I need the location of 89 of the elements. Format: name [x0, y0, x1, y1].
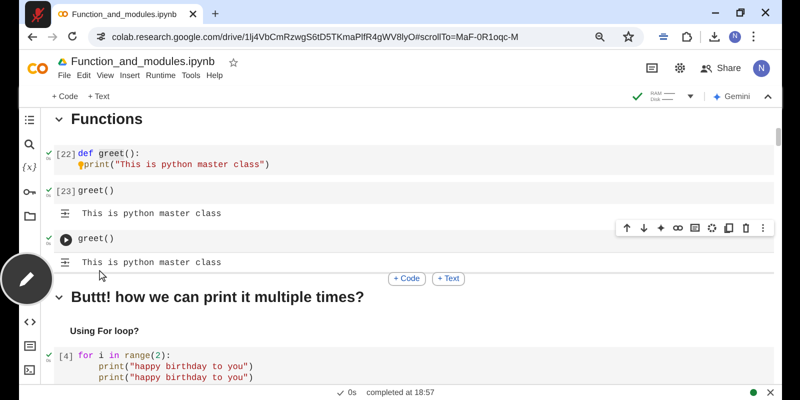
close-icon[interactable]: [767, 389, 774, 396]
collapse-chevron-icon[interactable]: [55, 116, 63, 122]
pencil-icon: [17, 269, 37, 289]
sparkle-icon[interactable]: [656, 223, 666, 233]
delete-icon[interactable]: [741, 223, 751, 233]
profile-avatar[interactable]: N: [753, 60, 770, 76]
back-icon[interactable]: [27, 32, 38, 42]
code-cell[interactable]: greet(): [54, 230, 774, 253]
command-palette-icon[interactable]: [24, 341, 36, 351]
notebook-title[interactable]: Function_and_modules.ipynb: [71, 56, 215, 68]
code-cell[interactable]: [23] greet(): [54, 182, 774, 204]
close-icon[interactable]: [188, 10, 197, 18]
site-settings-icon: [96, 32, 106, 41]
reload-icon[interactable]: [67, 31, 78, 42]
code-line: print("happy birthday to you"): [98, 362, 254, 373]
move-down-icon[interactable]: [639, 223, 649, 233]
move-up-icon[interactable]: [622, 223, 632, 233]
colab-logo-icon[interactable]: [27, 62, 49, 74]
url-text: colab.research.google.com/drive/1lj4VbCmRzwgS6tD5TKmaPlfR4gWV8lyO#scrollTo=MaF-0R1oqc-M: [112, 32, 520, 42]
status-message: completed at 18:57: [366, 388, 434, 397]
section-heading: Functions: [71, 110, 143, 128]
code-line: print("happy birthday to you"): [98, 373, 254, 384]
menu-item[interactable]: Runtime: [146, 71, 176, 80]
code-icon[interactable]: [24, 318, 36, 326]
add-text-button[interactable]: + Text: [84, 91, 114, 102]
comment-icon[interactable]: [690, 223, 700, 233]
menu-item[interactable]: Edit: [76, 71, 91, 80]
table-of-contents-icon[interactable]: [24, 115, 35, 125]
add-text-button[interactable]: + Text: [432, 272, 466, 286]
more-icon[interactable]: [752, 31, 755, 42]
share-button[interactable]: Share: [700, 63, 741, 73]
execution-count: [22]: [56, 149, 76, 162]
code-line: greet(): [78, 186, 114, 197]
execution-count: [23]: [56, 186, 76, 199]
extension-badge-icon[interactable]: [658, 32, 669, 42]
output-icon[interactable]: [60, 258, 70, 267]
code-cell[interactable]: [22] def greet(): print("This is python master class"): [54, 145, 774, 175]
variables-icon[interactable]: {x}: [21, 163, 38, 173]
collapse-chevron-icon[interactable]: [55, 294, 63, 300]
scrollbar-thumb[interactable]: [776, 128, 781, 146]
menu-item[interactable]: Insert: [120, 71, 140, 80]
menu-item[interactable]: View: [96, 71, 114, 80]
execution-count: [4]: [58, 351, 74, 364]
comment-icon[interactable]: [646, 62, 658, 74]
puzzle-icon[interactable]: [681, 31, 692, 42]
tab-title: Function_and_modules.ipynb: [72, 10, 177, 18]
menu-item[interactable]: Help: [206, 71, 223, 80]
code-line: def greet():: [78, 149, 141, 160]
zoom-icon[interactable]: [595, 32, 605, 42]
terminal-icon[interactable]: [24, 365, 35, 375]
people-icon: [700, 64, 712, 72]
section-heading: Buttt! how we can print it multiple times?: [71, 288, 364, 306]
code-line: greet(): [78, 234, 114, 245]
output-icon[interactable]: [60, 209, 70, 218]
cursor-icon: [99, 270, 107, 282]
close-icon[interactable]: [761, 8, 770, 16]
colab-icon: [58, 10, 68, 18]
sparkle-icon: [712, 92, 721, 100]
subheading: Using For loop?: [70, 326, 139, 336]
run-cell-icon[interactable]: [60, 234, 72, 246]
code-cell[interactable]: [4] for i in range(2): print("happy birthday to you") print("happy birthday to you"): [54, 347, 774, 384]
code-line: for i in range(2):: [78, 351, 172, 362]
star-icon[interactable]: [228, 58, 238, 66]
link-icon[interactable]: [673, 223, 683, 233]
output-text: This is python master class: [82, 208, 222, 218]
drive-icon: [58, 58, 67, 66]
menu-item[interactable]: File: [58, 71, 71, 80]
mirror-cell-icon[interactable]: [724, 223, 734, 233]
star-icon[interactable]: [623, 31, 634, 42]
add-code-button[interactable]: + Code: [48, 91, 82, 102]
gemini-button[interactable]: Gemini: [704, 92, 758, 101]
microphone-off-icon: [31, 6, 45, 22]
menu-item[interactable]: Tools: [182, 71, 200, 80]
folder-icon[interactable]: [24, 211, 36, 221]
elapsed-time: 0s: [348, 388, 356, 397]
microphone-off-button[interactable]: [25, 1, 51, 28]
add-code-button[interactable]: + Code: [388, 272, 426, 286]
code-line: print("This is python master class"): [78, 160, 270, 171]
output-text: This is python master class: [82, 258, 222, 268]
download-icon[interactable]: [709, 31, 720, 42]
address-bar[interactable]: colab.research.google.com/drive/1lj4VbCmRzwgS6tD5TKmaPlfR4gWV8lyO#scrollTo=MaF-0R1oqc-M: [88, 26, 644, 46]
browser-tab[interactable]: Function_and_modules.ipynb: [52, 4, 203, 24]
collapse-icon[interactable]: [764, 94, 772, 99]
restore-icon[interactable]: [736, 8, 745, 16]
connection-dot-icon: [750, 389, 757, 396]
new-tab-button[interactable]: +: [212, 4, 220, 24]
key-icon[interactable]: [23, 188, 36, 196]
search-icon[interactable]: [24, 138, 35, 150]
dropdown-icon[interactable]: [686, 94, 694, 99]
